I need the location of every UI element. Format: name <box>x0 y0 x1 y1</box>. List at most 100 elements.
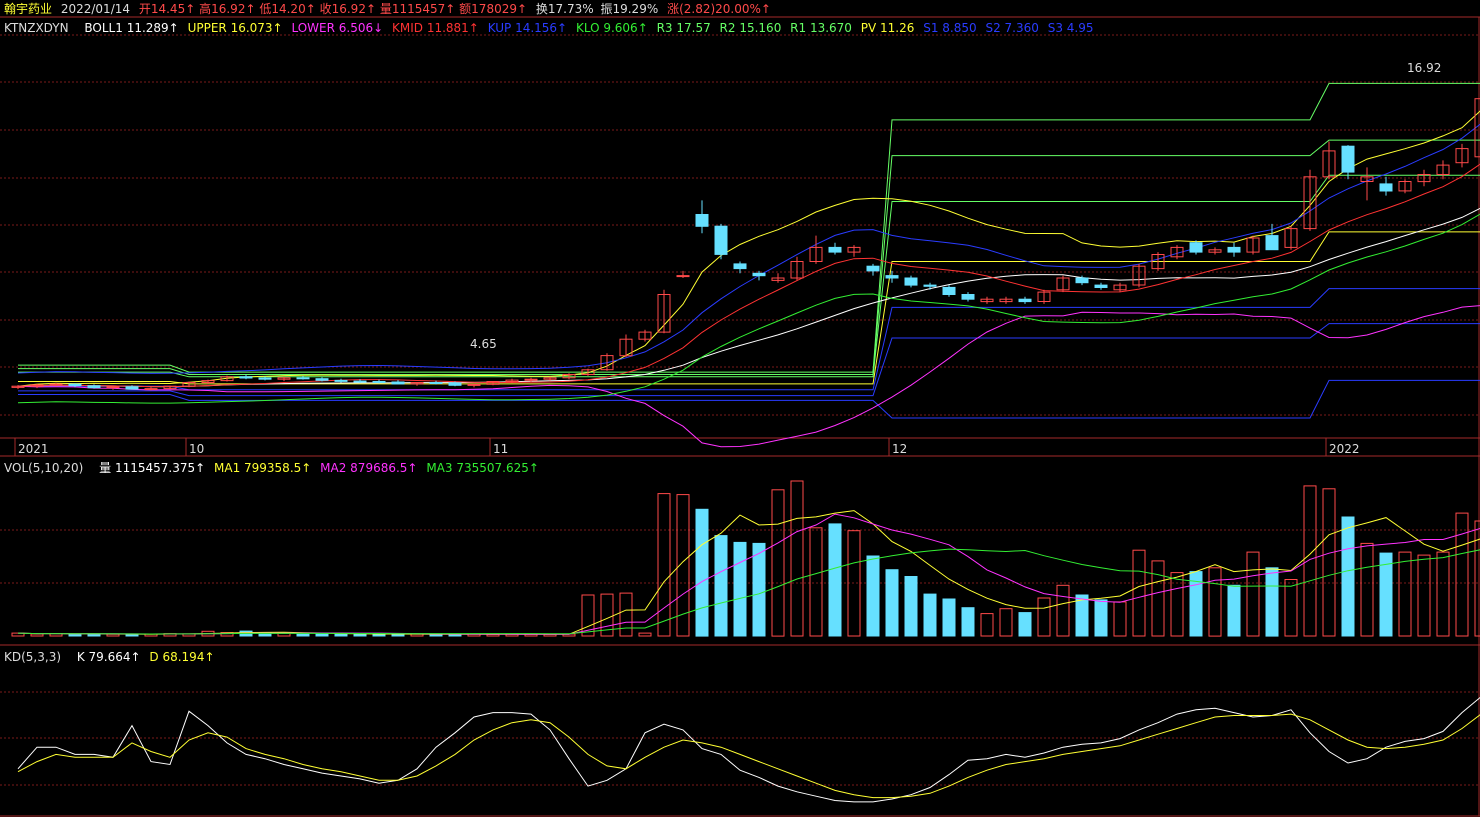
volume-bar <box>790 480 804 637</box>
x-axis-label: 10 <box>189 442 204 456</box>
candle-body <box>391 381 405 385</box>
volume-bar <box>1018 612 1032 637</box>
volume-bar <box>619 592 633 637</box>
volume-bar <box>961 607 975 637</box>
candle-body <box>676 275 690 278</box>
volume-bars <box>11 480 1480 637</box>
volume-bar <box>942 598 956 637</box>
s3-line <box>18 379 1480 419</box>
candle-body <box>1018 298 1032 303</box>
x-axis-label: 11 <box>493 442 508 456</box>
volume-bar <box>334 633 348 637</box>
candle-body <box>1379 183 1393 192</box>
candle-body <box>714 225 728 255</box>
kmid-line <box>17 163 1480 388</box>
candle-body <box>296 377 310 380</box>
volume-bar <box>999 608 1013 637</box>
volume-bar <box>1417 554 1431 637</box>
candle-body <box>353 380 367 383</box>
candlesticks <box>11 98 1480 391</box>
volume-bar <box>1227 584 1241 637</box>
volume-bar <box>714 535 728 637</box>
candle-body <box>87 385 101 389</box>
candle-body <box>695 214 709 227</box>
stock-chart[interactable]: 2021 10 11 12 2022 16.92 4.65 <box>0 0 1480 817</box>
volume-bar <box>885 569 899 637</box>
volume-bar <box>1436 551 1450 637</box>
volume-bar <box>1208 567 1222 637</box>
volume-bar <box>1398 551 1412 637</box>
candle-body <box>1265 235 1279 251</box>
volume-bar <box>771 489 785 637</box>
volume-bar <box>1246 551 1260 637</box>
candle-body <box>239 376 253 379</box>
volume-bar <box>1303 485 1317 637</box>
candle-body <box>125 386 139 390</box>
max-price-label: 16.92 <box>1407 61 1441 75</box>
volume-bar <box>30 633 44 637</box>
candle-body <box>258 377 272 380</box>
x-axis-label: 2021 <box>18 442 49 456</box>
candle-body <box>1075 277 1089 284</box>
volume-bar <box>809 527 823 637</box>
volume-bar <box>695 508 709 637</box>
volume-bar <box>1132 549 1146 637</box>
x-axis-label: 12 <box>892 442 907 456</box>
volume-bar <box>1094 599 1108 637</box>
volume-bar <box>904 576 918 637</box>
volume-bar <box>1341 516 1355 637</box>
volume-bar <box>1037 597 1051 637</box>
candle-body <box>1341 145 1355 173</box>
r3-line <box>18 82 1480 373</box>
grid-lines <box>0 16 1480 817</box>
r2-line <box>18 139 1480 375</box>
boll-upper-line <box>17 110 1480 387</box>
kup-line <box>17 123 1480 374</box>
candle-body <box>1227 246 1241 253</box>
kd-lines <box>17 696 1480 803</box>
candle-body <box>1189 242 1203 253</box>
volume-bar <box>296 633 310 637</box>
volume-bar <box>733 541 747 637</box>
candle-body <box>106 386 120 389</box>
volume-bar <box>315 633 329 637</box>
volume-bar <box>828 523 842 637</box>
candle-body <box>448 382 462 386</box>
candle-body <box>49 383 63 386</box>
volume-bar <box>638 632 652 637</box>
vol-ma2-line <box>17 513 1480 635</box>
candle-body <box>524 378 538 381</box>
candle-body <box>866 265 880 272</box>
candle-body <box>942 286 956 295</box>
candle-body <box>315 378 329 381</box>
candle-body <box>904 277 918 286</box>
volume-bar <box>980 613 994 637</box>
volume-bar <box>866 555 880 637</box>
volume-bar <box>1379 552 1393 637</box>
candle-body <box>885 275 899 279</box>
volume-bar <box>1455 512 1469 637</box>
boll-lower-line <box>17 305 1480 448</box>
volume-bar <box>657 493 671 637</box>
volume-bar <box>1265 567 1279 637</box>
candle-body <box>961 294 975 300</box>
volume-bar <box>752 542 766 637</box>
volume-bar <box>1170 572 1184 637</box>
volume-bar <box>1284 579 1298 637</box>
candle-body <box>429 382 443 384</box>
min-price-label: 4.65 <box>470 337 497 351</box>
candle-body <box>828 246 842 253</box>
candle-body <box>467 383 481 386</box>
candle-body <box>752 272 766 277</box>
volume-bar <box>353 633 367 637</box>
x-axis: 2021 10 11 12 2022 <box>14 438 1360 456</box>
volume-bar <box>1360 542 1374 637</box>
volume-bar <box>1322 488 1336 637</box>
candle-body <box>372 381 386 383</box>
vol-ma3-line <box>17 548 1480 635</box>
candle-body <box>923 284 937 287</box>
candle-body <box>68 383 82 387</box>
x-axis-label: 2022 <box>1329 442 1360 456</box>
candle-body <box>733 263 747 270</box>
candle-body <box>1094 284 1108 289</box>
